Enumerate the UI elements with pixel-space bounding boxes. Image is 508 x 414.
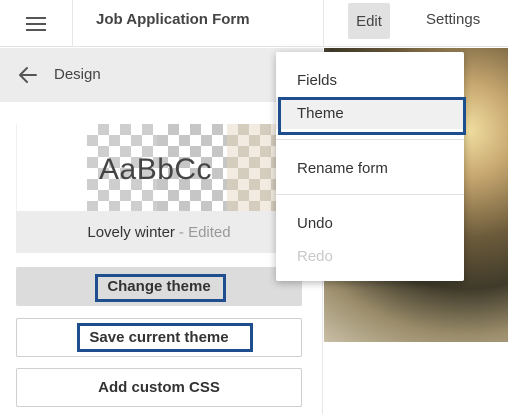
tab-settings[interactable]: Settings: [426, 11, 480, 28]
form-title: Job Application Form: [96, 11, 250, 28]
highlight-box: [95, 274, 226, 302]
preview-sample-text: AaBbCc: [99, 153, 213, 186]
top-bar: Job Application Form Edit Settings: [0, 0, 508, 47]
design-title: Design: [54, 66, 101, 83]
add-custom-css-label: Add custom CSS: [98, 379, 220, 396]
edited-label: - Edited: [178, 223, 231, 241]
menu-item-redo: Redo: [297, 247, 333, 265]
arrow-left-icon[interactable]: [18, 65, 38, 85]
menu-item-undo[interactable]: Undo: [276, 207, 464, 239]
menu-item-rename-form[interactable]: Rename form: [276, 152, 464, 184]
add-custom-css-button[interactable]: Add custom CSS: [16, 368, 302, 407]
edit-menu: Fields Theme Rename form Undo Redo: [276, 52, 466, 281]
menu-divider: [276, 139, 464, 140]
design-header: Design: [0, 48, 323, 102]
menu-button[interactable]: [0, 0, 73, 47]
hamburger-icon: [26, 16, 46, 31]
theme-name-bar: Lovely winter - Edited: [16, 211, 302, 253]
theme-preview[interactable]: AaBbCc: [16, 124, 302, 211]
menu-divider: [276, 194, 464, 195]
theme-name: Lovely winter: [87, 223, 175, 241]
highlight-box: [77, 323, 253, 352]
design-panel: Design AaBbCc Lovely winter - Edited Cha…: [0, 48, 323, 414]
menu-item-fields[interactable]: Fields: [276, 64, 464, 96]
form-canvas: [324, 342, 508, 414]
header-divider: [323, 0, 324, 47]
tab-edit[interactable]: Edit: [348, 3, 390, 39]
highlight-box: [278, 97, 466, 135]
